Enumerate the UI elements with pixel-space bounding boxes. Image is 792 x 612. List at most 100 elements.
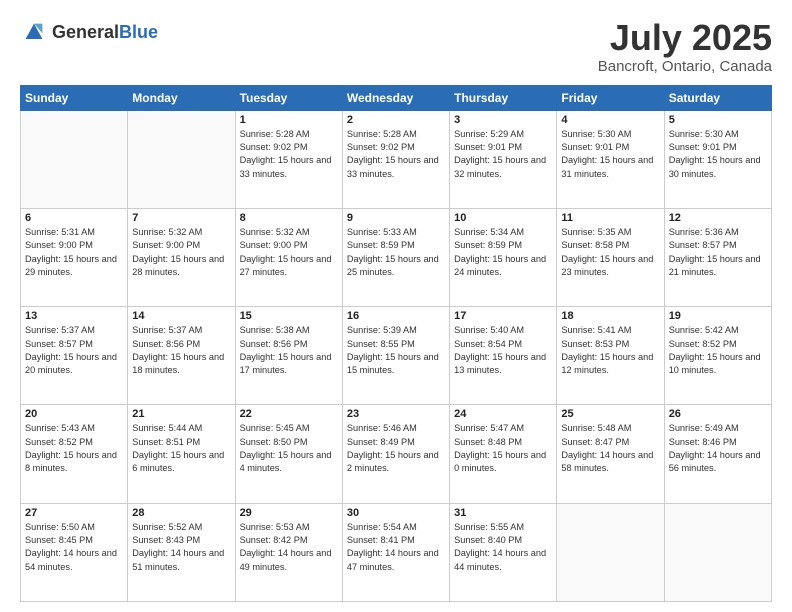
table-row: 28 Sunrise: 5:52 AM Sunset: 8:43 PM Dayli… xyxy=(128,503,235,601)
day-number: 20 xyxy=(25,408,123,420)
table-row: 15 Sunrise: 5:38 AM Sunset: 8:56 PM Dayli… xyxy=(235,307,342,405)
col-friday: Friday xyxy=(557,85,664,110)
day-number: 21 xyxy=(132,408,230,420)
col-sunday: Sunday xyxy=(21,85,128,110)
day-info: Sunrise: 5:31 AM Sunset: 9:00 PM Dayligh… xyxy=(25,226,123,279)
table-row: 9 Sunrise: 5:33 AM Sunset: 8:59 PM Daylig… xyxy=(342,208,449,306)
day-info: Sunrise: 5:48 AM Sunset: 8:47 PM Dayligh… xyxy=(561,422,659,475)
table-row: 1 Sunrise: 5:28 AM Sunset: 9:02 PM Daylig… xyxy=(235,110,342,208)
col-tuesday: Tuesday xyxy=(235,85,342,110)
table-row: 8 Sunrise: 5:32 AM Sunset: 9:00 PM Daylig… xyxy=(235,208,342,306)
table-row: 16 Sunrise: 5:39 AM Sunset: 8:55 PM Dayli… xyxy=(342,307,449,405)
header: GeneralBlue July 2025 Bancroft, Ontario,… xyxy=(20,18,772,75)
day-number: 30 xyxy=(347,507,445,519)
day-number: 9 xyxy=(347,212,445,224)
day-info: Sunrise: 5:44 AM Sunset: 8:51 PM Dayligh… xyxy=(132,422,230,475)
day-number: 4 xyxy=(561,114,659,126)
table-row: 5Sunrise: 5:30 AM Sunset: 9:01 PM Daylig… xyxy=(664,110,771,208)
col-monday: Monday xyxy=(128,85,235,110)
month-title: July 2025 xyxy=(598,18,772,58)
day-info: Sunrise: 5:30 AM Sunset: 9:01 PM Dayligh… xyxy=(669,128,767,181)
calendar-week-row: 20 Sunrise: 5:43 AM Sunset: 8:52 PM Dayli… xyxy=(21,405,772,503)
day-number: 6 xyxy=(25,212,123,224)
day-info: Sunrise: 5:37 AM Sunset: 8:56 PM Dayligh… xyxy=(132,324,230,377)
col-thursday: Thursday xyxy=(450,85,557,110)
day-info: Sunrise: 5:49 AM Sunset: 8:46 PM Dayligh… xyxy=(669,422,767,475)
day-info: Sunrise: 5:38 AM Sunset: 8:56 PM Dayligh… xyxy=(240,324,338,377)
day-number: 17 xyxy=(454,310,552,322)
table-row: 3 Sunrise: 5:29 AM Sunset: 9:01 PM Daylig… xyxy=(450,110,557,208)
day-info: Sunrise: 5:28 AM Sunset: 9:02 PM Dayligh… xyxy=(240,128,338,181)
day-number: 27 xyxy=(25,507,123,519)
table-row xyxy=(664,503,771,601)
day-info: Sunrise: 5:54 AM Sunset: 8:41 PM Dayligh… xyxy=(347,521,445,574)
table-row: 13 Sunrise: 5:37 AM Sunset: 8:57 PM Dayli… xyxy=(21,307,128,405)
table-row: 10Sunrise: 5:34 AM Sunset: 8:59 PM Dayli… xyxy=(450,208,557,306)
table-row xyxy=(128,110,235,208)
day-info: Sunrise: 5:53 AM Sunset: 8:42 PM Dayligh… xyxy=(240,521,338,574)
day-number: 10 xyxy=(454,212,552,224)
day-number: 16 xyxy=(347,310,445,322)
calendar-week-row: 6 Sunrise: 5:31 AM Sunset: 9:00 PM Daylig… xyxy=(21,208,772,306)
day-info: Sunrise: 5:45 AM Sunset: 8:50 PM Dayligh… xyxy=(240,422,338,475)
day-number: 26 xyxy=(669,408,767,420)
day-number: 2 xyxy=(347,114,445,126)
day-info: Sunrise: 5:41 AM Sunset: 8:53 PM Dayligh… xyxy=(561,324,659,377)
day-number: 25 xyxy=(561,408,659,420)
table-row: 19Sunrise: 5:42 AM Sunset: 8:52 PM Dayli… xyxy=(664,307,771,405)
day-info: Sunrise: 5:36 AM Sunset: 8:57 PM Dayligh… xyxy=(669,226,767,279)
day-info: Sunrise: 5:30 AM Sunset: 9:01 PM Dayligh… xyxy=(561,128,659,181)
day-info: Sunrise: 5:32 AM Sunset: 9:00 PM Dayligh… xyxy=(132,226,230,279)
calendar-week-row: 27Sunrise: 5:50 AM Sunset: 8:45 PM Dayli… xyxy=(21,503,772,601)
table-row: 22 Sunrise: 5:45 AM Sunset: 8:50 PM Dayli… xyxy=(235,405,342,503)
table-row xyxy=(557,503,664,601)
col-saturday: Saturday xyxy=(664,85,771,110)
day-info: Sunrise: 5:52 AM Sunset: 8:43 PM Dayligh… xyxy=(132,521,230,574)
day-info: Sunrise: 5:35 AM Sunset: 8:58 PM Dayligh… xyxy=(561,226,659,279)
table-row: 20 Sunrise: 5:43 AM Sunset: 8:52 PM Dayli… xyxy=(21,405,128,503)
day-number: 19 xyxy=(669,310,767,322)
day-number: 31 xyxy=(454,507,552,519)
table-row: 27Sunrise: 5:50 AM Sunset: 8:45 PM Dayli… xyxy=(21,503,128,601)
table-row: 29 Sunrise: 5:53 AM Sunset: 8:42 PM Dayli… xyxy=(235,503,342,601)
day-number: 3 xyxy=(454,114,552,126)
day-number: 28 xyxy=(132,507,230,519)
logo-icon xyxy=(20,18,48,46)
table-row: 7 Sunrise: 5:32 AM Sunset: 9:00 PM Daylig… xyxy=(128,208,235,306)
day-number: 22 xyxy=(240,408,338,420)
day-info: Sunrise: 5:43 AM Sunset: 8:52 PM Dayligh… xyxy=(25,422,123,475)
logo-text: GeneralBlue xyxy=(52,22,158,43)
logo-general: General xyxy=(52,22,119,42)
day-number: 11 xyxy=(561,212,659,224)
table-row: 21 Sunrise: 5:44 AM Sunset: 8:51 PM Dayli… xyxy=(128,405,235,503)
table-row: 24 Sunrise: 5:47 AM Sunset: 8:48 PM Dayli… xyxy=(450,405,557,503)
table-row: 4 Sunrise: 5:30 AM Sunset: 9:01 PM Daylig… xyxy=(557,110,664,208)
day-number: 12 xyxy=(669,212,767,224)
table-row: 31 Sunrise: 5:55 AM Sunset: 8:40 PM Dayli… xyxy=(450,503,557,601)
day-info: Sunrise: 5:47 AM Sunset: 8:48 PM Dayligh… xyxy=(454,422,552,475)
day-info: Sunrise: 5:29 AM Sunset: 9:01 PM Dayligh… xyxy=(454,128,552,181)
table-row: 18Sunrise: 5:41 AM Sunset: 8:53 PM Dayli… xyxy=(557,307,664,405)
day-number: 29 xyxy=(240,507,338,519)
day-info: Sunrise: 5:40 AM Sunset: 8:54 PM Dayligh… xyxy=(454,324,552,377)
logo-blue: Blue xyxy=(119,22,158,42)
day-info: Sunrise: 5:39 AM Sunset: 8:55 PM Dayligh… xyxy=(347,324,445,377)
calendar-week-row: 1 Sunrise: 5:28 AM Sunset: 9:02 PM Daylig… xyxy=(21,110,772,208)
day-number: 1 xyxy=(240,114,338,126)
day-info: Sunrise: 5:33 AM Sunset: 8:59 PM Dayligh… xyxy=(347,226,445,279)
table-row: 2Sunrise: 5:28 AM Sunset: 9:02 PM Daylig… xyxy=(342,110,449,208)
day-number: 24 xyxy=(454,408,552,420)
day-info: Sunrise: 5:46 AM Sunset: 8:49 PM Dayligh… xyxy=(347,422,445,475)
logo: GeneralBlue xyxy=(20,18,158,46)
page: GeneralBlue July 2025 Bancroft, Ontario,… xyxy=(0,0,792,612)
day-info: Sunrise: 5:32 AM Sunset: 9:00 PM Dayligh… xyxy=(240,226,338,279)
day-number: 13 xyxy=(25,310,123,322)
day-number: 7 xyxy=(132,212,230,224)
col-wednesday: Wednesday xyxy=(342,85,449,110)
table-row: 14Sunrise: 5:37 AM Sunset: 8:56 PM Dayli… xyxy=(128,307,235,405)
day-number: 15 xyxy=(240,310,338,322)
day-number: 8 xyxy=(240,212,338,224)
title-block: July 2025 Bancroft, Ontario, Canada xyxy=(598,18,772,75)
day-info: Sunrise: 5:37 AM Sunset: 8:57 PM Dayligh… xyxy=(25,324,123,377)
day-info: Sunrise: 5:55 AM Sunset: 8:40 PM Dayligh… xyxy=(454,521,552,574)
